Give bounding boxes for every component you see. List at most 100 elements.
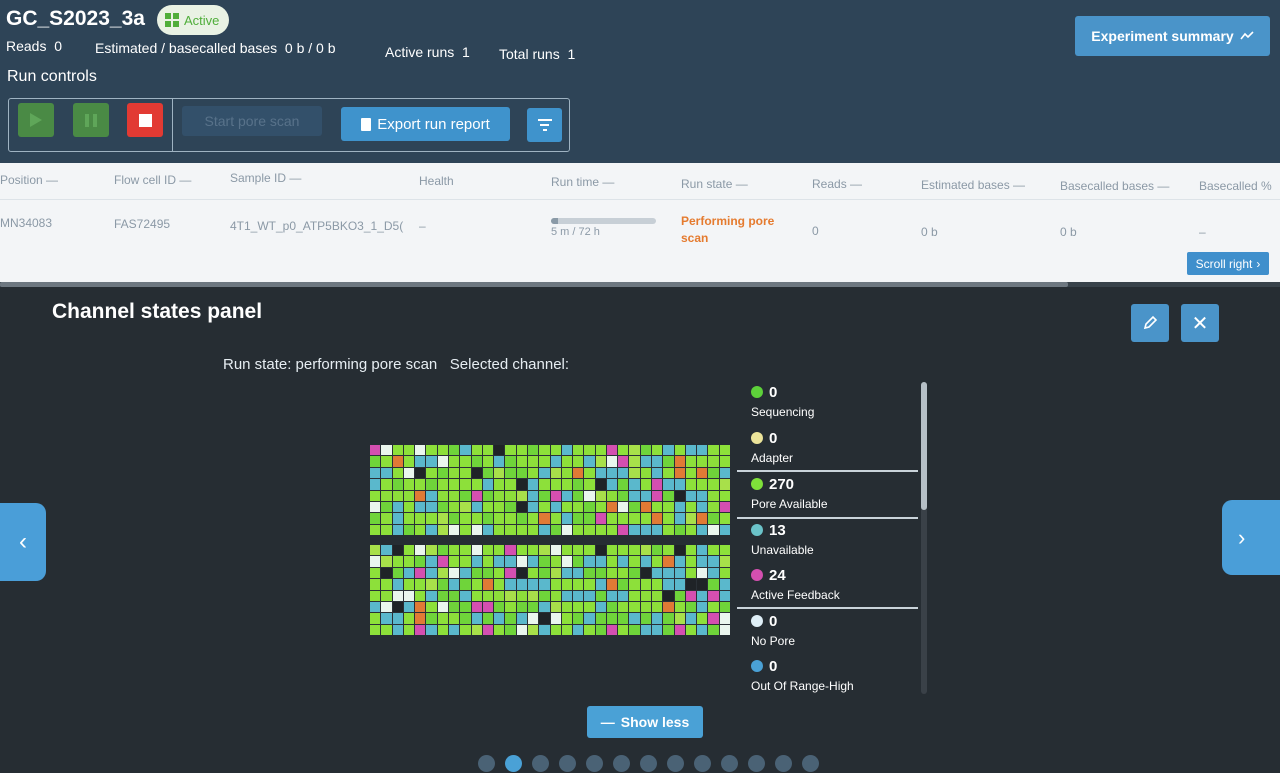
channel-cell[interactable]	[663, 513, 674, 524]
channel-cell[interactable]	[448, 513, 460, 524]
channel-cell[interactable]	[685, 624, 697, 635]
channel-cell[interactable]	[674, 456, 685, 467]
channel-cell[interactable]	[595, 501, 606, 513]
column-header-estimated-bases[interactable]: Estimated bases —	[921, 178, 1025, 192]
close-button[interactable]: ✕	[1181, 304, 1219, 342]
channel-cell[interactable]	[618, 567, 629, 579]
channel-cell[interactable]	[426, 579, 437, 590]
channel-cell[interactable]	[640, 479, 652, 490]
channel-cell[interactable]	[516, 490, 527, 501]
channel-cell[interactable]	[381, 590, 392, 601]
channel-cell[interactable]	[460, 601, 471, 613]
channel-cell[interactable]	[697, 590, 708, 601]
channel-cell[interactable]	[640, 445, 652, 456]
channel-cell[interactable]	[448, 601, 460, 613]
channel-cell[interactable]	[516, 613, 527, 624]
channel-cell[interactable]	[663, 601, 674, 613]
channel-cell[interactable]	[663, 445, 674, 456]
channel-cell[interactable]	[505, 545, 516, 556]
channel-cell[interactable]	[685, 601, 697, 613]
channel-cell[interactable]	[606, 456, 618, 467]
channel-cell[interactable]	[584, 513, 595, 524]
channel-cell[interactable]	[471, 579, 482, 590]
channel-cell[interactable]	[370, 501, 381, 513]
channel-cell[interactable]	[573, 501, 584, 513]
channel-cell[interactable]	[403, 501, 415, 513]
channel-cell[interactable]	[471, 456, 482, 467]
channel-cell[interactable]	[685, 590, 697, 601]
channel-cell[interactable]	[448, 456, 460, 467]
channel-cell[interactable]	[674, 545, 685, 556]
channel-cell[interactable]	[561, 545, 573, 556]
channel-cell[interactable]	[426, 467, 437, 479]
channel-cell[interactable]	[527, 490, 539, 501]
channel-cell[interactable]	[482, 624, 494, 635]
channel-cell[interactable]	[674, 467, 685, 479]
channel-cell[interactable]	[573, 624, 584, 635]
channel-cell[interactable]	[685, 456, 697, 467]
pagination-dot[interactable]	[559, 755, 576, 772]
channel-cell[interactable]	[606, 579, 618, 590]
pagination-dot[interactable]	[802, 755, 819, 772]
channel-cell[interactable]	[674, 513, 685, 524]
channel-grid-top[interactable]	[370, 445, 730, 535]
channel-cell[interactable]	[606, 490, 618, 501]
channel-cell[interactable]	[482, 513, 494, 524]
channel-cell[interactable]	[505, 556, 516, 567]
channel-cell[interactable]	[674, 579, 685, 590]
channel-cell[interactable]	[392, 445, 403, 456]
channel-cell[interactable]	[505, 456, 516, 467]
channel-cell[interactable]	[426, 479, 437, 490]
pause-button[interactable]	[73, 103, 109, 137]
channel-cell[interactable]	[448, 479, 460, 490]
channel-cell[interactable]	[505, 590, 516, 601]
channel-cell[interactable]	[494, 567, 505, 579]
channel-cell[interactable]	[505, 479, 516, 490]
channel-cell[interactable]	[618, 445, 629, 456]
channel-cell[interactable]	[584, 590, 595, 601]
channel-cell[interactable]	[370, 624, 381, 635]
channel-cell[interactable]	[618, 467, 629, 479]
channel-cell[interactable]	[448, 556, 460, 567]
channel-cell[interactable]	[527, 445, 539, 456]
channel-cell[interactable]	[697, 567, 708, 579]
channel-cell[interactable]	[674, 479, 685, 490]
channel-cell[interactable]	[629, 456, 640, 467]
channel-cell[interactable]	[505, 445, 516, 456]
legend-scrollbar-thumb[interactable]	[921, 382, 927, 510]
channel-cell[interactable]	[618, 513, 629, 524]
channel-cell[interactable]	[561, 556, 573, 567]
channel-cell[interactable]	[685, 613, 697, 624]
channel-cell[interactable]	[606, 590, 618, 601]
column-header-sample-id[interactable]: Sample ID —	[230, 171, 301, 185]
channel-cell[interactable]	[392, 490, 403, 501]
legend-scrollbar[interactable]	[921, 382, 927, 694]
channel-cell[interactable]	[516, 567, 527, 579]
channel-cell[interactable]	[606, 445, 618, 456]
pagination-dot[interactable]	[721, 755, 738, 772]
channel-cell[interactable]	[595, 579, 606, 590]
channel-cell[interactable]	[584, 601, 595, 613]
channel-cell[interactable]	[460, 490, 471, 501]
channel-cell[interactable]	[550, 445, 561, 456]
channel-cell[interactable]	[606, 545, 618, 556]
channel-cell[interactable]	[482, 601, 494, 613]
channel-cell[interactable]	[584, 479, 595, 490]
channel-cell[interactable]	[460, 545, 471, 556]
channel-cell[interactable]	[505, 567, 516, 579]
channel-cell[interactable]	[595, 556, 606, 567]
channel-cell[interactable]	[550, 501, 561, 513]
channel-cell[interactable]	[629, 467, 640, 479]
channel-cell[interactable]	[415, 579, 426, 590]
channel-cell[interactable]	[471, 556, 482, 567]
channel-cell[interactable]	[448, 501, 460, 513]
channel-cell[interactable]	[550, 467, 561, 479]
channel-cell[interactable]	[573, 456, 584, 467]
channel-cell[interactable]	[539, 579, 550, 590]
pagination-dot[interactable]	[640, 755, 657, 772]
pagination-dot[interactable]	[532, 755, 549, 772]
channel-cell[interactable]	[663, 467, 674, 479]
channel-cell[interactable]	[415, 467, 426, 479]
channel-cell[interactable]	[708, 467, 719, 479]
channel-cell[interactable]	[403, 556, 415, 567]
